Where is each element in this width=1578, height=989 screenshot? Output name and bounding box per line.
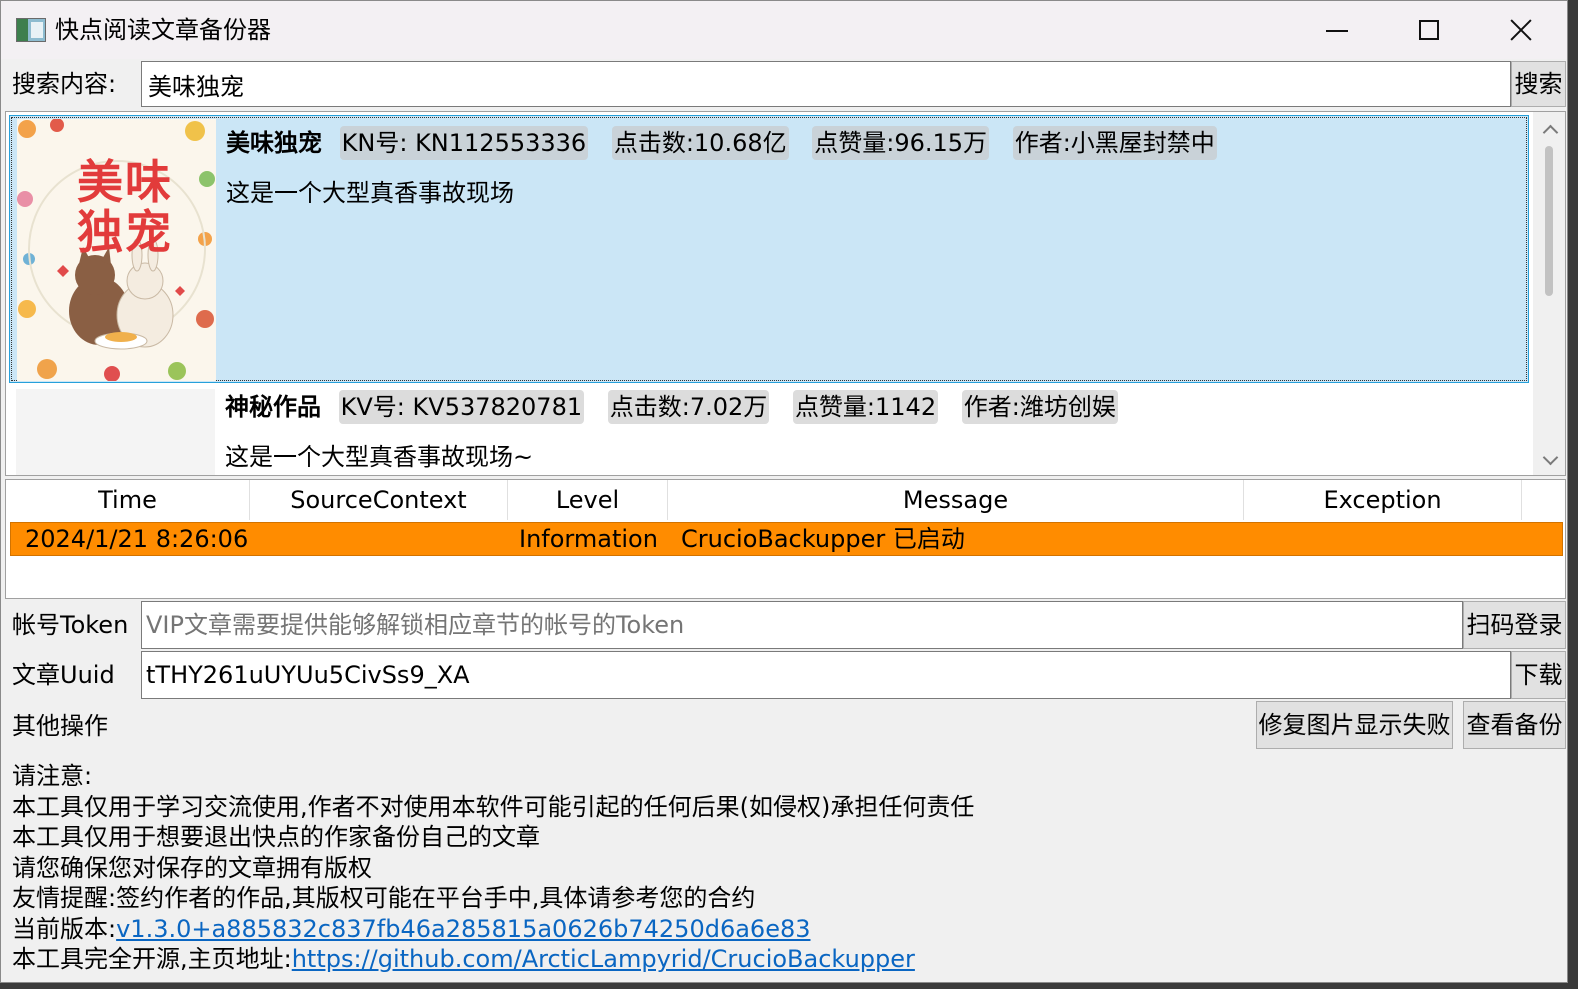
notice-line: 本工具仅用于学习交流使用,作者不对使用本软件可能引起的任何后果(如侵权)承担任何… [12, 792, 975, 821]
fix-images-button[interactable]: 修复图片显示失败 [1256, 701, 1453, 749]
search-label: 搜索内容: [12, 70, 117, 98]
column-header-source-context[interactable]: SourceContext [250, 480, 508, 520]
maximize-icon [1419, 20, 1439, 40]
scroll-up-icon[interactable] [1542, 122, 1556, 136]
result-header: 神秘作品 KV号: KV537820781 点击数:7.02万 点赞量:1142… [225, 390, 1134, 424]
uuid-label: 文章Uuid [12, 661, 115, 689]
notice-line: 请您确保您对保存的文章拥有版权 [12, 853, 372, 882]
result-description: 这是一个大型真香事故现场 [226, 179, 514, 207]
download-button[interactable]: 下载 [1511, 651, 1566, 699]
book-cover-image [16, 389, 215, 475]
scan-login-button[interactable]: 扫码登录 [1463, 601, 1566, 649]
version-line: 当前版本:v1.3.0+a885832c837fb46a285815a0626b… [12, 914, 974, 945]
log-cell-exception [1245, 523, 1523, 555]
version-prefix: 当前版本: [12, 914, 117, 943]
log-cell-message: CrucioBackupper 已启动 [681, 525, 965, 553]
app-icon [16, 18, 46, 42]
search-input[interactable] [141, 61, 1511, 107]
result-id: KN号: KN112553336 [339, 126, 589, 160]
results-scrollbar[interactable] [1533, 112, 1565, 475]
result-clicks: 点击数:10.68亿 [611, 126, 789, 160]
result-description: 这是一个大型真香事故现场~ [225, 443, 534, 471]
notice-text: 请注意: 本工具仅用于学习交流使用,作者不对使用本软件可能引起的任何后果(如侵权… [12, 761, 974, 975]
result-likes: 点赞量:96.15万 [812, 126, 990, 160]
other-ops-label: 其他操作 [12, 712, 108, 740]
result-author: 作者:小黑屋封禁中 [1012, 126, 1217, 160]
column-header-level[interactable]: Level [508, 480, 668, 520]
cover-title-text: 美味独宠 [77, 155, 173, 259]
column-header-time[interactable]: Time [6, 480, 250, 520]
scroll-down-icon[interactable] [1542, 453, 1556, 467]
results-list[interactable]: 美味独宠 美味独宠 KN号: KN112553336 点击数:10.68亿 点赞… [5, 111, 1566, 476]
close-icon [1510, 19, 1532, 41]
result-title: 美味独宠 [226, 129, 322, 157]
result-likes: 点赞量:1142 [792, 390, 939, 424]
result-author: 作者:潍坊创娱 [961, 390, 1118, 424]
result-item[interactable]: 神秘作品 KV号: KV537820781 点击数:7.02万 点赞量:1142… [9, 386, 1529, 475]
app-window: 快点阅读文章备份器 搜索内容: 搜索 [0, 0, 1568, 983]
log-cell-level: Information [519, 525, 658, 553]
log-grid-header: Time SourceContext Level Message Excepti… [6, 480, 1565, 520]
column-header-message[interactable]: Message [668, 480, 1244, 520]
homepage-prefix: 本工具完全开源,主页地址: [12, 945, 292, 973]
notice-line: 本工具仅用于想要退出快点的作家备份自己的文章 [12, 823, 540, 851]
result-title: 神秘作品 [225, 393, 321, 421]
view-backup-button[interactable]: 查看备份 [1463, 701, 1566, 749]
result-header: 美味独宠 KN号: KN112553336 点击数:10.68亿 点赞量:96.… [226, 126, 1233, 160]
minimize-icon [1326, 30, 1348, 32]
homepage-link[interactable]: https://github.com/ArcticLampyrid/Crucio… [292, 945, 915, 973]
log-cell-source-context [251, 523, 509, 555]
title-bar: 快点阅读文章备份器 [1, 1, 1567, 59]
column-header-exception[interactable]: Exception [1244, 480, 1522, 520]
log-cell-time: 2024/1/21 8:26:06 [25, 525, 249, 553]
result-item[interactable]: 美味独宠 美味独宠 KN号: KN112553336 点击数:10.68亿 点赞… [9, 115, 1529, 383]
search-button[interactable]: 搜索 [1511, 61, 1566, 107]
notice-heading: 请注意: [12, 762, 93, 790]
close-button[interactable] [1475, 1, 1567, 59]
uuid-input[interactable] [141, 651, 1511, 699]
window-title: 快点阅读文章备份器 [55, 16, 271, 44]
log-grid[interactable]: Time SourceContext Level Message Excepti… [5, 479, 1566, 599]
maximize-button[interactable] [1383, 1, 1475, 59]
result-clicks: 点击数:7.02万 [607, 390, 770, 424]
token-input[interactable] [141, 601, 1463, 649]
scroll-thumb[interactable] [1545, 146, 1553, 296]
minimize-button[interactable] [1291, 1, 1383, 59]
book-cover-image: 美味独宠 [17, 119, 216, 381]
version-link[interactable]: v1.3.0+a885832c837fb46a285815a0626b74250… [116, 915, 810, 943]
homepage-line: 本工具完全开源,主页地址:https://github.com/ArcticLa… [12, 944, 974, 975]
log-row[interactable]: 2024/1/21 8:26:06 Information CrucioBack… [10, 522, 1563, 556]
token-label: 帐号Token [12, 611, 129, 639]
result-id: KV号: KV537820781 [338, 390, 585, 424]
notice-line: 友情提醒:签约作者的作品,其版权可能在平台手中,具体请参考您的合约 [12, 884, 756, 912]
